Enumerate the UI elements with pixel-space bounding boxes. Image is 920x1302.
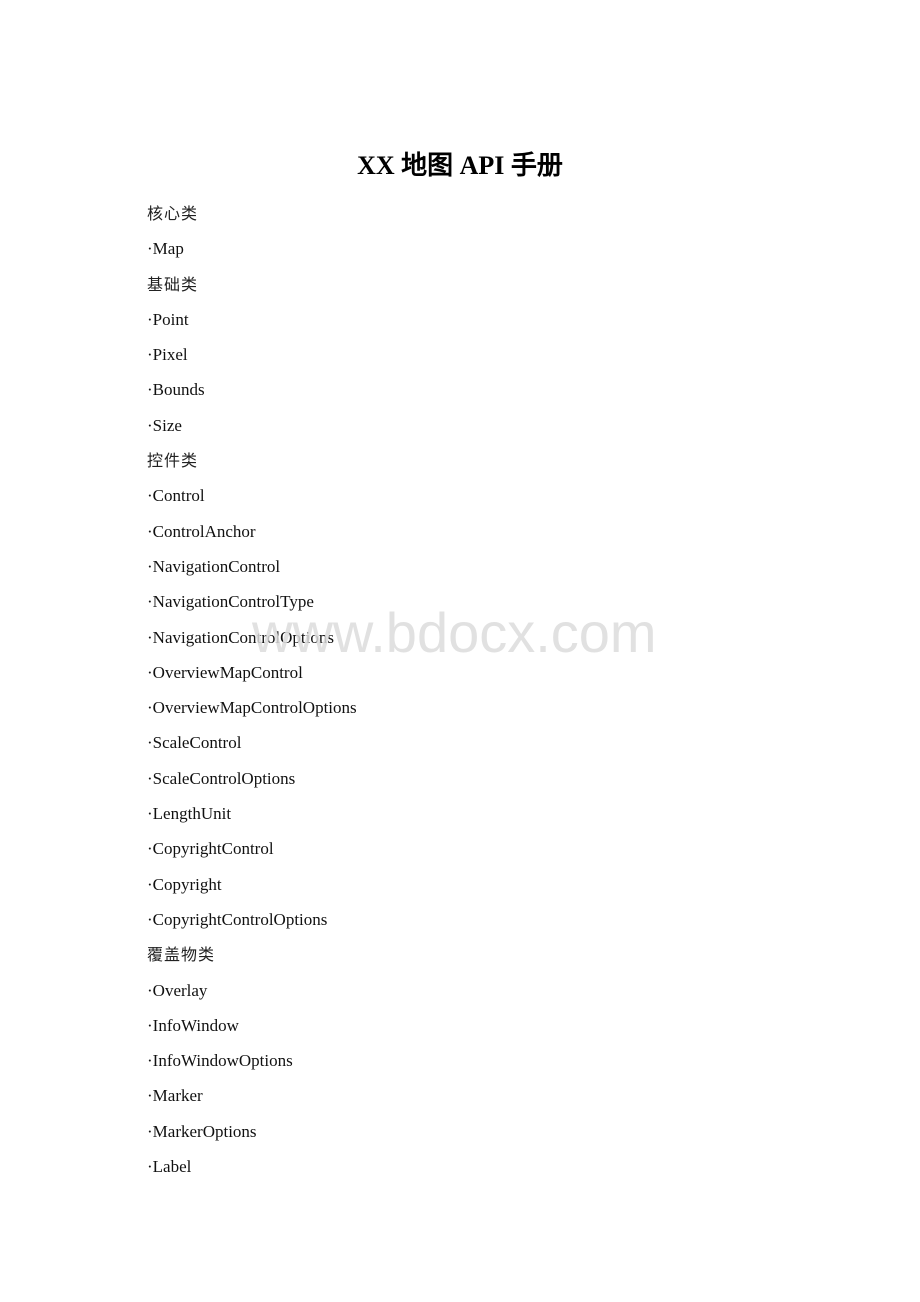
list-item-copyright-control-options: ·CopyrightControlOptions [147,909,328,929]
list-item-pixel: ·Pixel [147,345,188,365]
list-item-info-window: ·InfoWindow [147,1015,239,1035]
list-item-point: ·Point [147,309,189,329]
list-item-marker-options: ·MarkerOptions [147,1121,257,1141]
class-index-list: 核心类 ·Map 基础类 ·Point ·Pixel ·Bounds ·Size… [147,200,357,1188]
list-item-navigation-control-type: ·NavigationControlType [147,592,314,612]
category-heading-core: 核心类 [147,204,199,223]
list-item-label: ·Label [147,1157,192,1177]
category-heading-base: 基础类 [147,274,199,294]
document-title: XX 地图 API 手册 [357,151,563,180]
list-item-overview-map-control-options: ·OverviewMapControlOptions [147,698,357,718]
list-item-control: ·Control [147,486,205,506]
list-item-control-anchor: ·ControlAnchor [147,521,256,541]
list-item-size: ·Size [147,415,182,435]
list-item-length-unit: ·LengthUnit [147,804,232,824]
list-item-overlay: ·Overlay [147,980,208,1000]
list-item-marker: ·Marker [147,1086,203,1106]
list-item-copyright: ·Copyright [147,874,222,894]
list-item-overview-map-control: ·OverviewMapControl [147,662,303,682]
document-page: XX 地图 API 手册 核心类 ·Map 基础类 ·Point ·Pixel … [0,0,920,1302]
list-item-scale-control-options: ·ScaleControlOptions [147,768,296,788]
list-item-map: ·Map [147,239,184,259]
list-item-navigation-control-options: ·NavigationControlOptions [147,627,334,647]
list-item-navigation-control: ·NavigationControl [147,556,281,576]
category-heading-controls: 控件类 [147,451,199,471]
list-item-bounds: ·Bounds [147,380,205,400]
list-item-info-window-options: ·InfoWindowOptions [147,1051,293,1071]
list-item-copyright-control: ·CopyrightControl [147,839,274,859]
list-item-scale-control: ·ScaleControl [147,733,242,753]
category-heading-overlays: 覆盖物类 [147,945,216,965]
